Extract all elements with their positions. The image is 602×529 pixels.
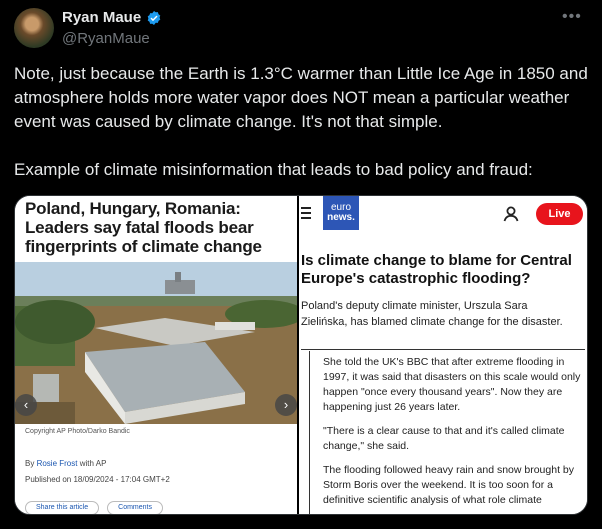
share-row: Share this article Comments — [25, 501, 163, 514]
author-name[interactable]: Ryan Maue — [62, 9, 141, 26]
comments-button: Comments — [107, 501, 163, 514]
separator — [301, 349, 585, 350]
flood-photo — [15, 262, 297, 424]
left-article-headline: Poland, Hungary, Romania: Leaders say fa… — [25, 199, 262, 256]
byline: By Rosie Frost with AP — [25, 459, 106, 468]
right-article-lead: Poland's deputy climate minister, Urszul… — [301, 300, 563, 328]
byline-prefix: By — [25, 459, 35, 468]
byline-with: with AP — [79, 459, 107, 468]
verified-badge-icon — [147, 11, 161, 25]
published-date: Published on 18/09/2024 - 17:04 GMT+2 — [25, 475, 170, 484]
user-icon — [503, 206, 519, 222]
body-paragraph: "There is a clear cause to that and it's… — [323, 425, 565, 452]
body-paragraph: The flooding followed heavy rain and sno… — [323, 464, 574, 506]
tweet-media[interactable]: Poland, Hungary, Romania: Leaders say fa… — [14, 195, 588, 515]
euronews-logo: euro news. — [323, 196, 359, 230]
right-article-headline: Is climate change to blame for Central E… — [301, 252, 572, 287]
tweet-text: Note, just because the Earth is 1.3°C wa… — [14, 62, 589, 182]
body-paragraph: She told the UK's BBC that after extreme… — [323, 356, 581, 413]
separator-vertical — [309, 351, 310, 514]
logo-line-2: news. — [327, 212, 355, 223]
tweet-paragraph-2: Example of climate misinformation that l… — [14, 160, 533, 179]
chevron-left-icon[interactable]: ‹ — [15, 394, 37, 416]
euronews-topbar: euro news. Live — [299, 196, 587, 234]
chevron-right-icon[interactable]: › — [275, 394, 297, 416]
right-article-body: She told the UK's BBC that after extreme… — [323, 355, 585, 514]
avatar[interactable] — [14, 8, 54, 48]
right-article-screenshot: euro news. Live Is climate change to bla… — [299, 196, 587, 514]
tweet-paragraph-1: Note, just because the Earth is 1.3°C wa… — [14, 64, 588, 131]
live-button: Live — [536, 203, 583, 225]
byline-author: Rosie Frost — [36, 459, 78, 468]
hamburger-menu-icon — [301, 207, 311, 222]
left-article-screenshot: Poland, Hungary, Romania: Leaders say fa… — [15, 196, 297, 514]
more-options-icon[interactable]: ••• — [562, 8, 582, 26]
photo-caption: Copyright AP Photo/Darko Bandic — [25, 428, 130, 435]
author-handle[interactable]: @RyanMaue — [62, 30, 150, 47]
share-button: Share this article — [25, 501, 100, 514]
